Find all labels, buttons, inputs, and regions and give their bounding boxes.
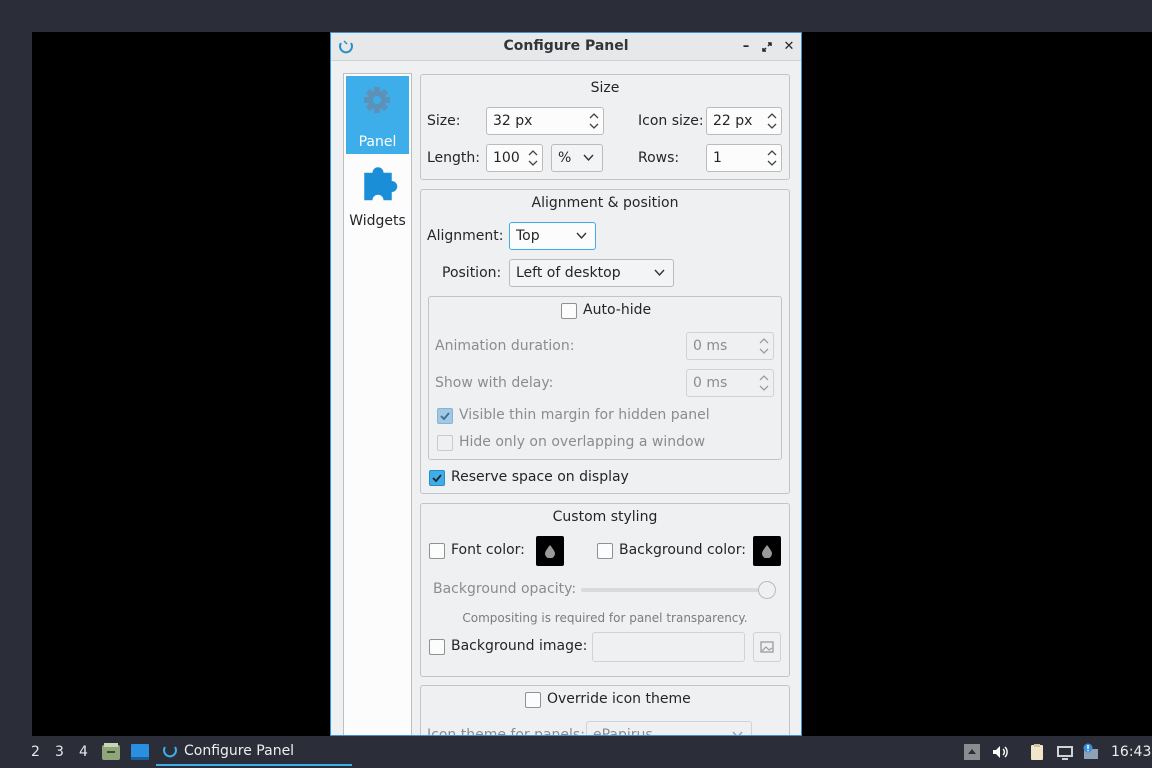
autohide-label: Auto-hide xyxy=(583,302,652,318)
workspace-4[interactable]: 4 xyxy=(79,744,88,760)
configure-panel-window: Configure Panel – ✕ Panel Widgets Size S… xyxy=(330,32,802,736)
size-group: Size Size: 32 px Icon size: 22 px Length… xyxy=(420,74,790,180)
background-image-checkbox[interactable] xyxy=(429,639,445,655)
alignment-group-title: Alignment & position xyxy=(531,195,679,211)
spin-arrows-icon xyxy=(759,375,769,391)
custom-styling-group: Custom styling Font color: Background co… xyxy=(420,503,790,677)
rows-label: Rows: xyxy=(638,150,680,166)
font-color-label: Font color: xyxy=(451,542,525,558)
override-icon-theme-checkbox[interactable] xyxy=(525,692,541,708)
animation-duration-spinbox[interactable]: 0 ms xyxy=(686,332,774,360)
color-drop-icon xyxy=(545,545,555,558)
maximize-button[interactable] xyxy=(759,38,775,56)
sidebar-item-panel[interactable]: Panel xyxy=(346,76,409,154)
autohide-group: Auto-hide Animation duration: 0 ms Show … xyxy=(428,296,782,460)
override-icon-theme-label: Override icon theme xyxy=(547,691,691,707)
settings-sidebar: Panel Widgets xyxy=(343,73,412,735)
chevron-down-icon xyxy=(654,269,665,277)
background-color-label: Background color: xyxy=(619,542,746,558)
taskbar-item-label: Configure Panel xyxy=(184,743,295,759)
font-color-checkbox[interactable] xyxy=(429,543,445,559)
compositing-note: Compositing is required for panel transp… xyxy=(462,611,748,625)
spin-arrows-icon xyxy=(528,150,538,166)
workspace-2[interactable]: 2 xyxy=(31,744,40,760)
icon-size-spinbox[interactable]: 22 px xyxy=(706,107,782,135)
volume-icon[interactable] xyxy=(991,743,1009,761)
background-color-checkbox[interactable] xyxy=(597,543,613,559)
size-spinbox[interactable]: 32 px xyxy=(486,107,604,135)
minimize-button[interactable]: – xyxy=(738,38,754,56)
font-color-button[interactable] xyxy=(536,536,564,566)
size-label: Size: xyxy=(427,113,461,129)
autohide-checkbox[interactable] xyxy=(561,303,577,319)
position-combo[interactable]: Left of desktop xyxy=(509,259,674,287)
size-group-title: Size xyxy=(590,80,620,96)
sidebar-item-label: Widgets xyxy=(349,213,406,229)
gear-icon xyxy=(364,87,390,113)
window-title: Configure Panel xyxy=(503,38,629,54)
sidebar-item-widgets[interactable]: Widgets xyxy=(346,155,409,233)
sidebar-item-label: Panel xyxy=(358,134,397,150)
close-button[interactable]: ✕ xyxy=(781,38,797,56)
workspace-3[interactable]: 3 xyxy=(55,744,64,760)
icon-theme-group: Override icon theme Icon theme for panel… xyxy=(420,685,790,736)
maximize-icon xyxy=(762,42,772,52)
background-color-button[interactable] xyxy=(753,536,781,566)
background-image-label: Background image: xyxy=(451,638,588,654)
slider-handle[interactable] xyxy=(758,581,776,599)
clock[interactable]: 16:43 xyxy=(1111,744,1151,760)
rows-spinbox[interactable]: 1 xyxy=(706,144,782,172)
show-delay-spinbox[interactable]: 0 ms xyxy=(686,369,774,397)
show-hidden-tray-icon[interactable] xyxy=(963,743,981,761)
overlap-checkbox[interactable] xyxy=(437,435,453,451)
checkmark-icon xyxy=(440,412,450,421)
length-label: Length: xyxy=(427,150,481,166)
taskbar: 2 3 4 Configure Panel 16:43 xyxy=(0,736,1152,768)
lxqt-app-icon xyxy=(163,746,177,758)
puzzle-icon xyxy=(364,167,398,201)
length-unit-combo[interactable]: % xyxy=(551,144,603,172)
update-notifier-icon[interactable] xyxy=(1082,743,1100,761)
file-manager-icon[interactable] xyxy=(101,742,121,762)
alignment-combo[interactable]: Top xyxy=(509,222,596,250)
title-bar[interactable]: Configure Panel – ✕ xyxy=(331,33,801,61)
background-opacity-slider[interactable] xyxy=(581,588,771,592)
alignment-position-group: Alignment & position Alignment: Top Posi… xyxy=(420,189,790,494)
reserve-space-checkbox[interactable] xyxy=(429,470,445,486)
alignment-label: Alignment: xyxy=(427,228,504,244)
image-icon xyxy=(760,641,774,653)
checkmark-icon xyxy=(432,474,442,483)
taskbar-item-configure-panel[interactable]: Configure Panel xyxy=(156,736,352,766)
custom-styling-title: Custom styling xyxy=(552,509,658,525)
spin-arrows-icon xyxy=(767,113,777,129)
background-image-path-field[interactable] xyxy=(592,632,745,662)
icon-theme-combo[interactable]: ePapirus xyxy=(586,721,752,735)
show-delay-label: Show with delay: xyxy=(435,375,554,391)
thin-margin-label: Visible thin margin for hidden panel xyxy=(459,407,710,423)
color-drop-icon xyxy=(762,545,772,558)
desktop-icon[interactable] xyxy=(130,742,150,762)
length-spinbox[interactable]: 100 xyxy=(486,144,543,172)
thin-margin-checkbox[interactable] xyxy=(437,408,453,424)
spin-arrows-icon xyxy=(759,338,769,354)
browse-image-button[interactable] xyxy=(753,632,781,662)
reserve-space-label: Reserve space on display xyxy=(451,469,629,485)
spin-arrows-icon xyxy=(767,150,777,166)
clipboard-icon[interactable] xyxy=(1028,743,1046,761)
position-label: Position: xyxy=(442,265,502,281)
animation-duration-label: Animation duration: xyxy=(435,338,575,354)
icon-size-label: Icon size: xyxy=(638,113,704,129)
overlap-label: Hide only on overlapping a window xyxy=(459,434,706,450)
spin-arrows-icon xyxy=(589,113,599,129)
chevron-down-icon xyxy=(583,154,594,162)
network-icon[interactable] xyxy=(1056,743,1074,761)
icon-theme-label: Icon theme for panels: xyxy=(427,727,585,736)
background-opacity-label: Background opacity: xyxy=(433,581,577,597)
chevron-down-icon xyxy=(576,232,587,240)
